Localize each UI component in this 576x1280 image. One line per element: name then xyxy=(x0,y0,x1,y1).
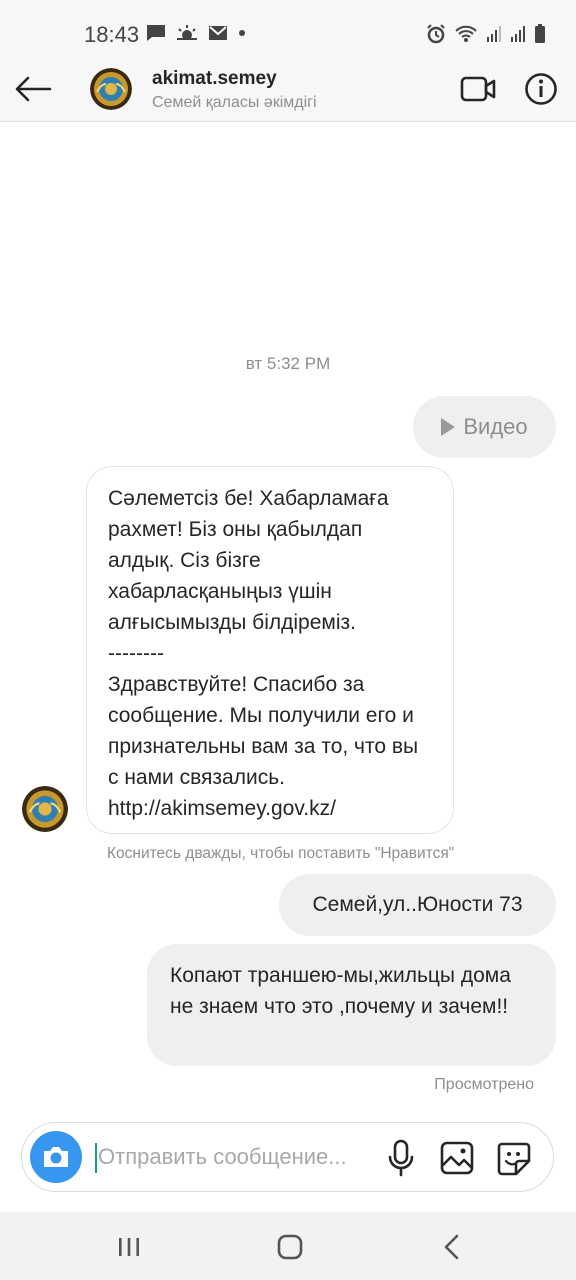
emblem-icon xyxy=(22,786,68,832)
video-label: Видео xyxy=(463,414,528,439)
home-icon[interactable] xyxy=(277,1234,303,1260)
seen-status: Просмотрено xyxy=(434,1076,534,1093)
battery-icon xyxy=(535,24,545,43)
message-composer xyxy=(21,1122,554,1192)
emblem-icon xyxy=(90,68,132,110)
wifi-icon xyxy=(455,25,477,42)
status-icons-right xyxy=(426,24,546,44)
message-input[interactable] xyxy=(98,1139,378,1175)
microphone-icon[interactable] xyxy=(386,1139,416,1177)
play-icon xyxy=(441,418,456,436)
chat-subtitle: Семей қаласы әкімдігі xyxy=(152,94,317,111)
camera-button[interactable] xyxy=(30,1131,82,1183)
outgoing-message[interactable]: Копают траншею-мы,жильцы дома не знаем ч… xyxy=(147,944,556,1066)
like-hint: Коснитесь дважды, чтобы поставить "Нрави… xyxy=(107,845,455,862)
video-call-icon[interactable] xyxy=(460,74,496,104)
outgoing-message-text: Семей,ул..Юности 73 xyxy=(312,893,523,916)
system-nav-bar xyxy=(0,1212,576,1280)
dot-icon xyxy=(239,30,245,36)
alarm-icon xyxy=(427,24,445,44)
weather-icon xyxy=(177,25,197,40)
status-icons-left xyxy=(146,24,246,42)
nav-back-icon[interactable] xyxy=(442,1234,462,1260)
recent-apps-icon[interactable] xyxy=(116,1236,142,1258)
status-bar: 18:43 xyxy=(0,0,576,62)
camera-icon xyxy=(44,1147,68,1167)
message-timestamp: вт 5:32 PM xyxy=(245,354,331,373)
gallery-icon[interactable] xyxy=(440,1141,474,1175)
outgoing-message[interactable]: Семей,ул..Юности 73 xyxy=(279,874,556,936)
sticker-icon[interactable] xyxy=(496,1141,532,1177)
avatar[interactable] xyxy=(90,68,132,110)
mail-icon xyxy=(209,26,227,40)
signal-icon xyxy=(511,26,525,42)
signal-icon xyxy=(487,26,501,42)
incoming-message[interactable]: Сәлеметсіз бе! Хабарламаға рахмет! Біз о… xyxy=(86,466,454,834)
back-arrow-icon[interactable] xyxy=(14,74,54,104)
sender-avatar[interactable] xyxy=(22,786,68,832)
chat-header: akimat.semey Семей қаласы әкімдігі xyxy=(0,62,576,122)
outgoing-video-message[interactable]: Видео xyxy=(413,396,556,458)
text-cursor xyxy=(95,1143,97,1173)
status-time: 18:43 xyxy=(84,22,140,47)
chat-icon xyxy=(147,25,165,41)
chat-username[interactable]: akimat.semey xyxy=(152,68,277,90)
info-icon[interactable] xyxy=(524,72,558,106)
